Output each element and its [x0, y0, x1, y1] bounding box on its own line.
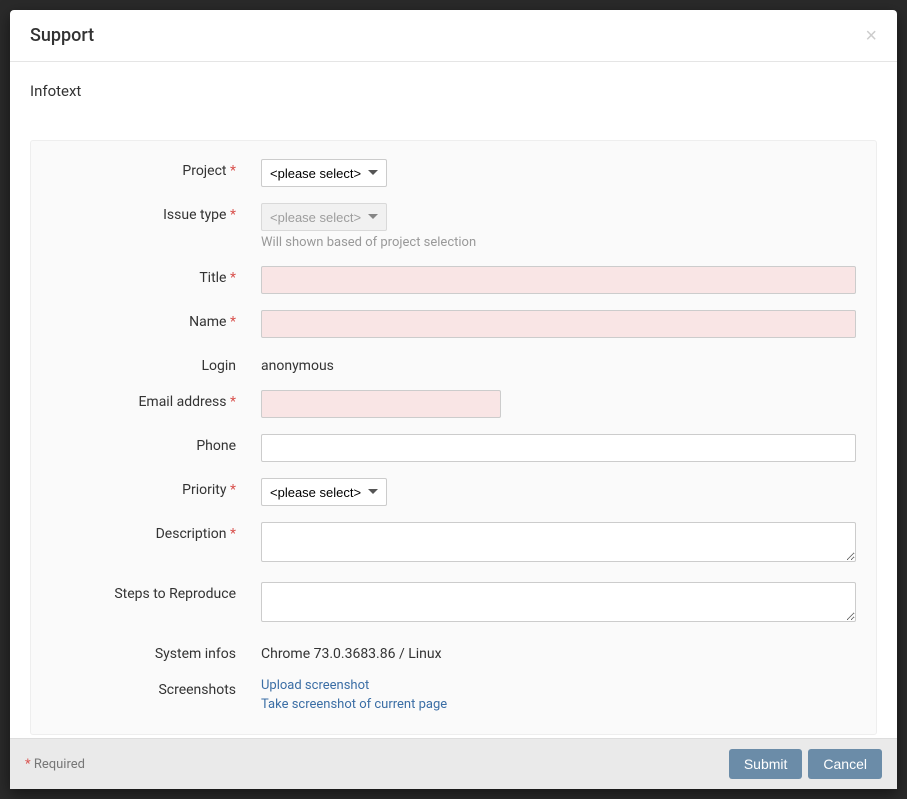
issue-type-row: Issue type * <please select> Will shown … — [31, 195, 876, 258]
required-marker: * — [230, 394, 236, 410]
steps-textarea[interactable] — [261, 582, 856, 622]
email-label: Email address * — [51, 390, 261, 410]
priority-label: Priority * — [51, 478, 261, 498]
login-row: Login anonymous — [31, 346, 876, 382]
modal-title: Support — [30, 25, 94, 46]
cancel-button[interactable]: Cancel — [808, 749, 882, 779]
required-marker: * — [230, 207, 236, 223]
email-input[interactable] — [261, 390, 501, 418]
upload-screenshot-link[interactable]: Upload screenshot — [261, 678, 856, 693]
system-infos-row: System infos Chrome 73.0.3683.86 / Linux — [31, 634, 876, 670]
required-marker: * — [230, 314, 236, 330]
required-marker: * — [230, 270, 236, 286]
required-marker: * — [230, 526, 236, 542]
required-marker: * — [230, 163, 236, 179]
description-label: Description * — [51, 522, 261, 542]
screenshots-row: Screenshots Upload screenshot Take scree… — [31, 670, 876, 724]
name-input[interactable] — [261, 310, 856, 338]
required-note: * Required — [25, 757, 85, 772]
infotext: Infotext — [30, 82, 877, 100]
submit-button[interactable]: Submit — [729, 749, 803, 779]
screenshots-label: Screenshots — [51, 678, 261, 698]
issue-type-help: Will shown based of project selection — [261, 235, 856, 250]
title-input[interactable] — [261, 266, 856, 294]
steps-row: Steps to Reproduce — [31, 574, 876, 634]
description-row: Description * — [31, 514, 876, 574]
issue-type-select: <please select> — [261, 203, 387, 231]
name-row: Name * — [31, 302, 876, 346]
email-row: Email address * — [31, 382, 876, 426]
close-icon[interactable]: × — [865, 26, 877, 46]
support-modal: Support × Infotext Project * <please sel… — [10, 10, 897, 789]
login-label: Login — [51, 354, 261, 374]
take-screenshot-link[interactable]: Take screenshot of current page — [261, 697, 856, 712]
description-textarea[interactable] — [261, 522, 856, 562]
steps-label: Steps to Reproduce — [51, 582, 261, 602]
phone-label: Phone — [51, 434, 261, 454]
system-infos-label: System infos — [51, 642, 261, 662]
modal-body: Infotext Project * <please select> Issue… — [10, 62, 897, 738]
priority-select[interactable]: <please select> — [261, 478, 387, 506]
modal-footer: * Required Submit Cancel — [10, 738, 897, 789]
title-label: Title * — [51, 266, 261, 286]
priority-row: Priority * <please select> — [31, 470, 876, 514]
project-label: Project * — [51, 159, 261, 179]
project-row: Project * <please select> — [31, 151, 876, 195]
system-infos-value: Chrome 73.0.3683.86 / Linux — [261, 642, 856, 662]
issue-type-label: Issue type * — [51, 203, 261, 223]
login-value: anonymous — [261, 354, 856, 374]
title-row: Title * — [31, 258, 876, 302]
phone-row: Phone — [31, 426, 876, 470]
footer-buttons: Submit Cancel — [729, 749, 882, 779]
phone-input[interactable] — [261, 434, 856, 462]
modal-header: Support × — [10, 10, 897, 62]
project-select[interactable]: <please select> — [261, 159, 387, 187]
support-form: Project * <please select> Issue type * <… — [30, 140, 877, 735]
name-label: Name * — [51, 310, 261, 330]
required-marker: * — [230, 482, 236, 498]
